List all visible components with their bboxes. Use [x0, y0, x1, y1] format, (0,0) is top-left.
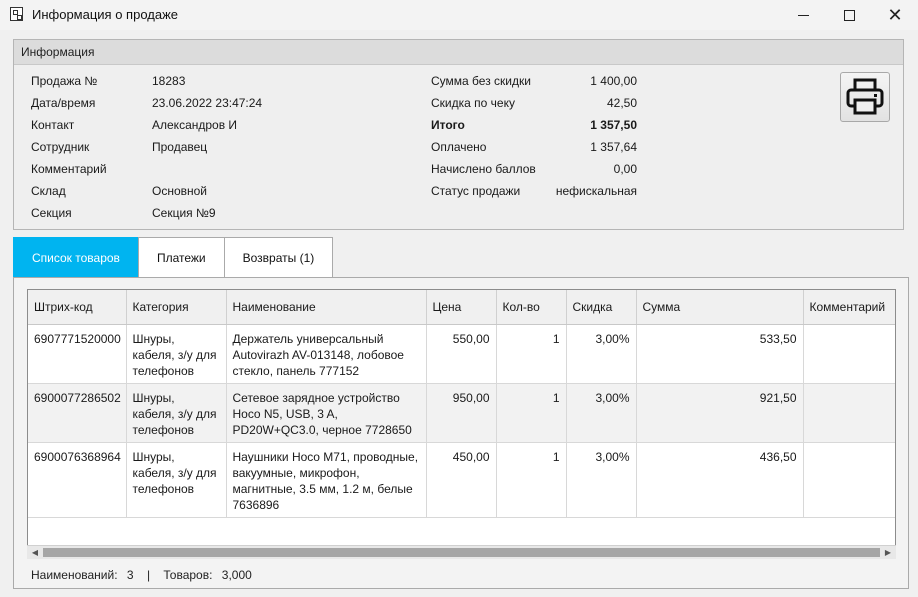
cell-name: Держатель универсальный Autovirazh AV-01… [226, 324, 427, 384]
tab-payments[interactable]: Платежи [137, 237, 225, 277]
cell-comment [803, 442, 895, 518]
label-paid: Оплачено [431, 140, 487, 154]
close-icon: ✕ [887, 5, 903, 25]
cell-discount: 3,00% [566, 442, 637, 518]
items-count-label: Наименований: [31, 568, 118, 582]
col-name[interactable]: Наименование [226, 290, 427, 325]
label-employee: Сотрудник [31, 140, 90, 154]
info-header: Информация [14, 40, 903, 65]
cell-discount: 3,00% [566, 324, 637, 384]
status-bar: Наименований: 3 | Товаров: 3,000 [31, 567, 252, 583]
value-employee: Продавец [152, 140, 208, 154]
cell-barcode: 6907771520000 [28, 324, 127, 384]
cell-qty: 1 [496, 383, 567, 443]
goods-count-label: Товаров: [163, 568, 213, 582]
label-points: Начислено баллов [431, 162, 536, 176]
cell-discount: 3,00% [566, 383, 637, 443]
cell-comment [803, 324, 895, 384]
col-sum[interactable]: Сумма [636, 290, 804, 325]
tab-goods-list[interactable]: Список товаров [13, 237, 139, 277]
status-separator: | [146, 568, 151, 582]
label-datetime: Дата/время [31, 96, 96, 110]
cell-price: 550,00 [426, 324, 497, 384]
label-comment: Комментарий [31, 162, 107, 176]
label-receipt-discount: Скидка по чеку [431, 96, 515, 110]
cell-price: 450,00 [426, 442, 497, 518]
value-sum-no-discount: 1 400,00 [590, 74, 637, 88]
label-sum-no-discount: Сумма без скидки [431, 74, 531, 88]
col-barcode[interactable]: Штрих-код [28, 290, 127, 325]
col-category[interactable]: Категория [126, 290, 227, 325]
cell-name: Сетевое зарядное устройство Hoco N5, USB… [226, 383, 427, 443]
cell-barcode: 6900076368964 [28, 442, 127, 518]
value-total: 1 357,50 [590, 118, 637, 132]
print-button[interactable] [840, 72, 890, 122]
label-sale-status: Статус продажи [431, 184, 521, 198]
close-button[interactable]: ✕ [872, 0, 918, 30]
scroll-right-icon[interactable]: ▶ [882, 548, 894, 558]
window-title: Информация о продаже [32, 7, 179, 22]
horizontal-scrollbar[interactable]: ◀ ▶ [27, 545, 896, 559]
minimize-icon [797, 14, 809, 16]
col-qty[interactable]: Кол-во [496, 290, 567, 325]
value-datetime: 23.06.2022 23:47:24 [152, 96, 263, 110]
value-warehouse: Основной [152, 184, 208, 198]
cell-qty: 1 [496, 442, 567, 518]
cell-sum: 921,50 [636, 383, 804, 443]
label-warehouse: Склад [31, 184, 66, 198]
items-count-value: 3 [126, 568, 134, 582]
tab-returns[interactable]: Возвраты (1) [223, 237, 334, 277]
value-receipt-discount: 42,50 [606, 96, 637, 110]
maximize-icon [843, 9, 855, 21]
info-group: Информация Продажа № 18283 Дата/время 23… [13, 39, 904, 230]
goods-grid: Штрих-код Категория Наименование Цена Ко… [27, 289, 896, 559]
cell-category: Шнуры, кабеля, з/у для телефонов [126, 383, 227, 443]
goods-count-value: 3,000 [221, 568, 252, 582]
cell-barcode: 6900077286502 [28, 383, 127, 443]
cell-category: Шнуры, кабеля, з/у для телефонов [126, 442, 227, 518]
cell-sum: 436,50 [636, 442, 804, 518]
value-sale-status: нефискальная [555, 184, 637, 198]
cell-name: Наушники Hoco M71, проводные, вакуумные,… [226, 442, 427, 518]
title-bar: Информация о продаже ✕ [0, 0, 918, 30]
value-contact: Александров И [152, 118, 238, 132]
label-contact: Контакт [31, 118, 75, 132]
table-row[interactable]: 6900077286502 Шнуры, кабеля, з/у для тел… [28, 383, 895, 443]
goods-panel: Штрих-код Категория Наименование Цена Ко… [13, 277, 909, 589]
table-row[interactable]: 6900076368964 Шнуры, кабеля, з/у для тел… [28, 442, 895, 518]
label-section: Секция [31, 206, 72, 220]
value-paid: 1 357,64 [590, 140, 637, 154]
cell-category: Шнуры, кабеля, з/у для телефонов [126, 324, 227, 384]
tab-bar: Список товаров Платежи Возвраты (1) [13, 237, 334, 277]
cell-qty: 1 [496, 324, 567, 384]
scrollbar-thumb[interactable] [43, 548, 880, 557]
cell-comment [803, 383, 895, 443]
minimize-button[interactable] [780, 0, 826, 30]
value-section: Секция №9 [152, 206, 216, 220]
scroll-left-icon[interactable]: ◀ [29, 548, 41, 558]
value-sale-number: 18283 [152, 74, 186, 88]
value-points: 0,00 [613, 162, 637, 176]
col-discount[interactable]: Скидка [566, 290, 637, 325]
label-total: Итого [431, 118, 465, 132]
cell-price: 950,00 [426, 383, 497, 443]
maximize-button[interactable] [826, 0, 872, 30]
grid-header-row: Штрих-код Категория Наименование Цена Ко… [28, 290, 895, 325]
table-row[interactable]: 6907771520000 Шнуры, кабеля, з/у для тел… [28, 324, 895, 384]
col-comment[interactable]: Комментарий [803, 290, 895, 325]
app-icon [10, 7, 23, 21]
printer-icon [846, 78, 884, 115]
goods-table: Штрих-код Категория Наименование Цена Ко… [28, 290, 895, 518]
cell-sum: 533,50 [636, 324, 804, 384]
col-price[interactable]: Цена [426, 290, 497, 325]
label-sale-number: Продажа № [31, 74, 98, 88]
